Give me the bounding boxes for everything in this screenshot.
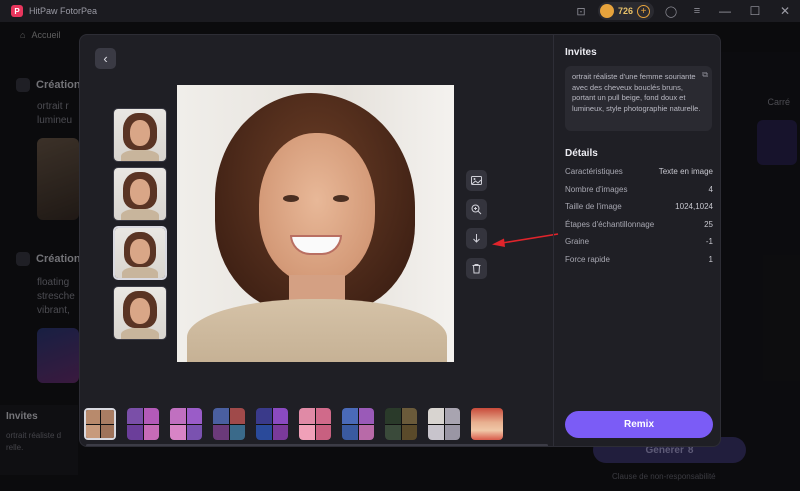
detail-value: 1024,1024 [675, 202, 713, 211]
variant-thumbnail-1[interactable] [113, 108, 167, 162]
details-panel: Invites ortrait réaliste d'une femme sou… [554, 35, 720, 446]
variant-thumbnail-2[interactable] [113, 167, 167, 221]
detail-label: Graine [565, 237, 590, 246]
invites-title: Invites [565, 47, 597, 58]
history-thumbnail-2[interactable] [127, 408, 159, 440]
detail-row-steps: Étapes d'échantillonnage 25 [565, 220, 713, 229]
title-bar-actions: ⊡ 726 + ◯ ≡ — ☐ ✕ [568, 0, 800, 22]
zoom-in-icon[interactable] [466, 199, 487, 220]
remix-button[interactable]: Remix [565, 411, 713, 438]
gift-icon[interactable]: ⊡ [573, 3, 589, 19]
minimize-button[interactable]: — [710, 0, 740, 22]
download-icon[interactable] [466, 228, 487, 249]
history-thumbnail-3[interactable] [170, 408, 202, 440]
credits-count: 726 [617, 6, 633, 16]
variant-thumbnail-3[interactable] [113, 226, 167, 280]
history-thumbnail-4[interactable] [213, 408, 245, 440]
history-thumbnail-8[interactable] [385, 408, 417, 440]
details-title: Détails [565, 148, 598, 159]
copy-icon[interactable]: ⧉ [702, 70, 708, 81]
detail-value: -1 [705, 237, 713, 246]
prompt-box: ortrait réaliste d'une femme souriante a… [565, 66, 712, 131]
detail-value: 25 [704, 220, 713, 229]
account-icon[interactable]: ◯ [663, 3, 679, 19]
detail-label: Taille de l'image [565, 202, 622, 211]
coin-icon [599, 4, 614, 18]
detail-label: Force rapide [565, 255, 610, 264]
detail-label: Étapes d'échantillonnage [565, 220, 655, 229]
detail-value: 4 [708, 185, 713, 194]
detail-row-size: Taille de l'image 1024,1024 [565, 202, 713, 211]
history-thumbnail-5[interactable] [256, 408, 288, 440]
image-detail-modal: ‹ Invites ortrait réaliste d'une femme s… [79, 34, 721, 447]
close-button[interactable]: ✕ [770, 0, 800, 22]
app-logo-icon: P [11, 5, 23, 17]
detail-label: Caractéristiques [565, 167, 623, 176]
main-preview-image [177, 85, 454, 362]
variant-thumbnail-4[interactable] [113, 286, 167, 340]
delete-icon[interactable] [466, 258, 487, 279]
history-thumbnail-10[interactable] [471, 408, 503, 440]
title-bar: P HitPaw FotorPea ⊡ 726 + ◯ ≡ — ☐ ✕ [0, 0, 800, 22]
maximize-button[interactable]: ☐ [740, 0, 770, 22]
add-credits-icon[interactable]: + [637, 4, 650, 18]
detail-value: Texte en image [658, 167, 713, 176]
prompt-text: ortrait réaliste d'une femme souriante a… [572, 72, 701, 113]
menu-icon[interactable]: ≡ [689, 3, 705, 19]
history-scrollbar[interactable] [86, 444, 548, 446]
detail-row-strength: Force rapide 1 [565, 255, 713, 264]
history-strip [80, 400, 553, 446]
history-thumbnail-7[interactable] [342, 408, 374, 440]
back-button[interactable]: ‹ [95, 48, 116, 69]
credits-badge[interactable]: 726 + [597, 2, 654, 20]
history-thumbnail-1[interactable] [84, 408, 116, 440]
detail-row-features: Caractéristiques Texte en image [565, 167, 713, 176]
detail-value: 1 [708, 255, 713, 264]
image-icon[interactable] [466, 170, 487, 191]
detail-row-count: Nombre d'images 4 [565, 185, 713, 194]
history-thumbnail-9[interactable] [428, 408, 460, 440]
detail-row-seed: Graine -1 [565, 237, 713, 246]
detail-label: Nombre d'images [565, 185, 628, 194]
app-title: HitPaw FotorPea [29, 6, 98, 16]
annotation-arrow-icon [492, 233, 559, 247]
history-thumbnail-6[interactable] [299, 408, 331, 440]
